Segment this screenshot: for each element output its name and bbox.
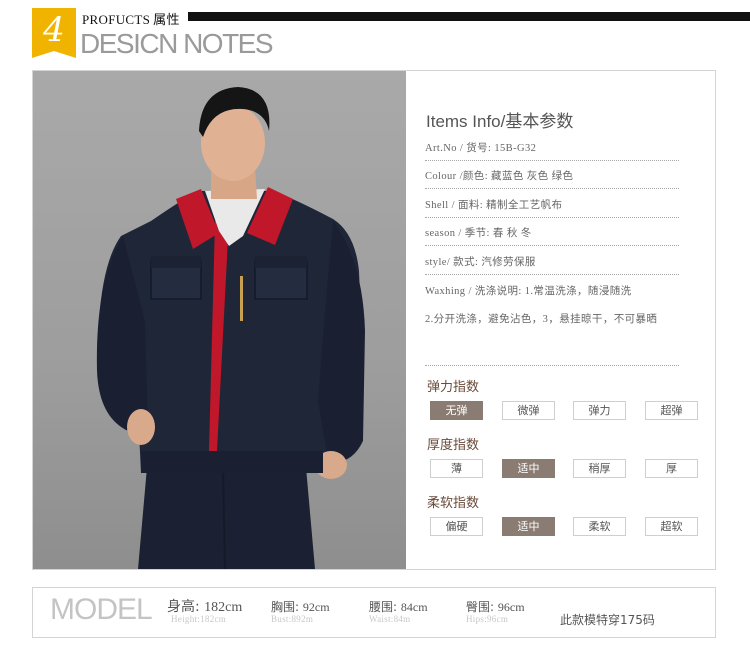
- row-divider: [425, 245, 679, 246]
- softness-option[interactable]: 超软: [645, 517, 698, 536]
- thickness-option[interactable]: 适中: [502, 459, 555, 478]
- washing-row-2: 2.分开洗涤，避免沾色，3，悬挂晾干，不可暴晒: [425, 314, 658, 325]
- chest-label: 胸围:: [271, 600, 300, 614]
- model-chest: 胸围: 92cm: [271, 598, 330, 615]
- items-info-title: Items Info/基本参数: [426, 112, 574, 131]
- style-row: style/ 款式: 汽修劳保服: [425, 257, 536, 268]
- row-divider: [425, 217, 679, 218]
- section-number-badge: 4: [32, 8, 76, 58]
- thickness-option[interactable]: 厚: [645, 459, 698, 478]
- products-label: PROFUCTS 属性: [82, 9, 180, 28]
- section-number: 4: [43, 10, 65, 50]
- elasticity-option[interactable]: 微弹: [502, 401, 555, 420]
- waist-label: 腰围:: [369, 600, 398, 614]
- elasticity-option[interactable]: 弹力: [573, 401, 626, 420]
- height-label: 身高:: [167, 599, 200, 615]
- row-divider: [425, 160, 679, 161]
- hips-label: 臀围:: [466, 600, 495, 614]
- row-divider: [425, 365, 679, 366]
- items-info: Items Info/基本参数 Art.No / 货号: 15B-G32 Col…: [406, 71, 715, 569]
- row-divider: [425, 188, 679, 189]
- season-row: season / 季节: 春 秋 冬: [425, 228, 532, 239]
- softness-option[interactable]: 偏硬: [430, 517, 483, 536]
- softness-index-title: 柔软指数: [427, 496, 480, 511]
- product-photo: [33, 71, 406, 569]
- waist-value: 84cm: [400, 600, 428, 614]
- waist-sub: Waist:84m: [369, 614, 411, 624]
- model-wearing-size: 此款模特穿175码: [560, 613, 655, 627]
- shell-row: Shell / 面料: 精制全工艺帆布: [425, 200, 563, 211]
- softness-options: 偏硬 适中 柔软 超软: [430, 517, 700, 536]
- elasticity-option[interactable]: 超弹: [645, 401, 698, 420]
- thickness-index-title: 厚度指数: [427, 438, 480, 453]
- washing-row: Waxhing / 洗涤说明: 1.常温洗涤，随浸随洗: [425, 286, 632, 297]
- thickness-option[interactable]: 稍厚: [573, 459, 626, 478]
- chest-sub: Bust:892m: [271, 614, 314, 624]
- header-bar: [188, 12, 750, 21]
- row-divider: [425, 274, 679, 275]
- height-sub: Height:182cm: [171, 614, 227, 624]
- model-waist: 腰围: 84cm: [369, 598, 428, 615]
- chest-value: 92cm: [302, 600, 330, 614]
- height-value: 182cm: [204, 600, 243, 615]
- softness-option[interactable]: 柔软: [573, 517, 626, 536]
- model-height: 身高: 182cm: [167, 596, 242, 616]
- thickness-options: 薄 适中 稍厚 厚: [430, 459, 700, 478]
- softness-option[interactable]: 适中: [502, 517, 555, 536]
- hips-value: 96cm: [497, 600, 525, 614]
- hips-sub: Hips:96cm: [466, 614, 509, 624]
- design-notes-heading: DESICN NOTES: [80, 28, 274, 59]
- products-label-cn: 属性: [153, 13, 180, 28]
- art-no-row: Art.No / 货号: 15B-G32: [425, 143, 537, 154]
- elasticity-options: 无弹 微弹 弹力 超弹: [430, 401, 700, 420]
- model-hips: 臀围: 96cm: [466, 598, 525, 615]
- elasticity-option[interactable]: 无弹: [430, 401, 483, 420]
- model-heading: MODEL: [50, 593, 153, 626]
- colour-row: Colour /颜色: 藏蓝色 灰色 绿色: [425, 171, 574, 182]
- elasticity-index-title: 弹力指数: [427, 380, 480, 395]
- thickness-option[interactable]: 薄: [430, 459, 483, 478]
- products-label-en: PROFUCTS: [82, 12, 151, 27]
